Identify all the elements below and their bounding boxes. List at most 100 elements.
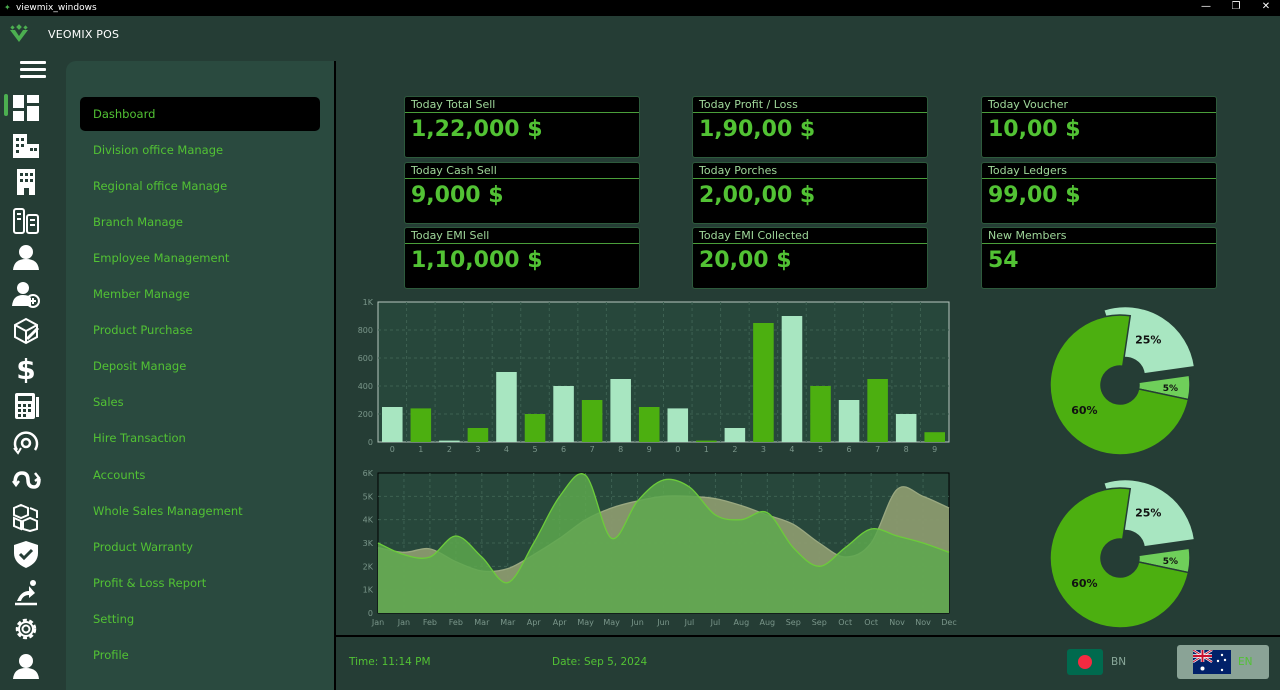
x-tick-label: Jan (397, 618, 410, 627)
gear-icon[interactable] (8, 613, 44, 645)
building-icon[interactable] (8, 129, 44, 161)
stat-card-value: 99,00 $ (988, 183, 1081, 208)
x-tick-label: Oct (838, 618, 852, 627)
stat-card-label: Today Porches (699, 164, 778, 177)
bar (439, 440, 460, 442)
footer-divider (336, 635, 1280, 637)
x-tick-label: 1 (704, 445, 709, 454)
x-tick-label: Aug (760, 618, 776, 627)
divider (334, 61, 336, 690)
pie-slice-label: 25% (1135, 507, 1161, 520)
pie-slice-label: 5% (1163, 384, 1178, 394)
x-tick-label: 7 (875, 445, 880, 454)
x-tick-label: 7 (590, 445, 595, 454)
bar (924, 432, 946, 442)
sidebar-item-product-warranty[interactable]: Product Warranty (80, 530, 320, 564)
stat-card-today-ledgers: Today Ledgers 99,00 $ (981, 162, 1217, 224)
bar (553, 386, 574, 442)
y-tick-label: 0 (368, 438, 373, 447)
x-tick-label: Feb (449, 618, 463, 627)
sidebar-item-label: Member Manage (93, 287, 190, 302)
close-button[interactable]: ✕ (1256, 1, 1276, 12)
profile-icon[interactable] (8, 650, 44, 682)
restore-button[interactable]: ❐ (1226, 1, 1246, 12)
app-name: VEOMIX POS (48, 28, 120, 41)
sidebar-item-whole-sales-management[interactable]: Whole Sales Management (80, 494, 320, 528)
sidebar-item-employee-management[interactable]: Employee Management (80, 241, 320, 275)
y-tick-label: 5K (363, 492, 374, 501)
y-tick-label: 600 (358, 354, 373, 363)
sidebar-item-label: Setting (93, 611, 135, 626)
sidebar-item-label: Branch Manage (93, 215, 183, 230)
stat-card-today-total-sell: Today Total Sell 1,22,000 $ (404, 96, 640, 158)
sidebar-item-product-purchase[interactable]: Product Purchase (80, 313, 320, 347)
sidebar-item-profile[interactable]: Profile (80, 638, 320, 672)
sidebar-item-deposit-manage[interactable]: Deposit Manage (80, 349, 320, 383)
sidebar-item-label: Employee Management (93, 251, 230, 266)
stat-card-label: Today Ledgers (988, 164, 1067, 177)
office-building-icon[interactable] (8, 166, 44, 198)
x-tick-label: 0 (390, 445, 395, 454)
stat-card-divider (405, 243, 639, 244)
hire-transaction-icon[interactable] (8, 427, 44, 459)
time-label: Time: 11:14 PM (349, 656, 431, 668)
sidebar-item-hire-transaction[interactable]: Hire Transaction (80, 421, 320, 455)
x-tick-label: Dec (941, 618, 956, 627)
bar (781, 316, 803, 442)
stat-card-label: Today Voucher (988, 98, 1068, 111)
profit-loss-icon[interactable] (8, 576, 44, 608)
accounts-icon[interactable] (8, 464, 44, 496)
sidebar-item-profit-loss-report[interactable]: Profit & Loss Report (80, 566, 320, 600)
sidebar-item-label: Division office Manage (93, 143, 224, 158)
add-member-icon[interactable] (8, 278, 44, 310)
sidebar-item-label: Product Purchase (93, 323, 193, 338)
minimize-button[interactable]: — (1196, 1, 1216, 12)
lang-bn-label: BN (1111, 656, 1127, 668)
pie-slice-label: 25% (1135, 334, 1161, 347)
y-tick-label: 200 (358, 410, 373, 419)
x-tick-label: Apr (527, 618, 542, 627)
dashboard-icon[interactable] (8, 92, 44, 124)
x-tick-label: 9 (647, 445, 652, 454)
sidebar-item-dashboard[interactable]: Dashboard (80, 97, 320, 131)
sidebar-item-label: Product Warranty (93, 539, 193, 554)
calculator-icon[interactable] (8, 390, 44, 422)
sidebar-item-branch-manage[interactable]: Branch Manage (80, 205, 320, 239)
sidebar-item-label: Whole Sales Management (93, 503, 243, 518)
branch-icon[interactable] (8, 204, 44, 236)
x-tick-label: 4 (504, 445, 509, 454)
sidebar-item-member-manage[interactable]: Member Manage (80, 277, 320, 311)
x-tick-label: Mar (474, 618, 490, 627)
shield-check-icon[interactable] (8, 538, 44, 570)
x-tick-label: Nov (889, 618, 905, 627)
product-purchase-icon[interactable] (8, 315, 44, 347)
stat-card-value: 1,22,000 $ (411, 117, 543, 142)
employee-icon[interactable] (8, 241, 44, 273)
stat-card-divider (405, 178, 639, 179)
sidebar-item-label: Hire Transaction (93, 431, 186, 446)
bar (524, 414, 546, 442)
sidebar-item-accounts[interactable]: Accounts (80, 458, 320, 492)
sidebar-item-setting[interactable]: Setting (80, 602, 320, 636)
x-tick-label: Sep (812, 618, 827, 627)
x-tick-label: Jul (710, 618, 721, 627)
stat-card-divider (693, 112, 927, 113)
bar (696, 440, 717, 442)
sidebar-item-division-office-manage[interactable]: Division office Manage (80, 133, 320, 167)
bangladesh-flag-button[interactable] (1067, 649, 1103, 675)
svg-text:$: $ (16, 353, 35, 383)
bar (638, 407, 660, 442)
y-tick-label: 3K (363, 539, 374, 548)
stat-card-label: Today Cash Sell (411, 164, 497, 177)
y-tick-label: 6K (363, 469, 374, 478)
wholesale-boxes-icon[interactable] (8, 501, 44, 533)
sidebar-item-sales[interactable]: Sales (80, 385, 320, 419)
app-small-icon: ✦ (4, 3, 11, 12)
sidebar-item-regional-office-manage[interactable]: Regional office Manage (80, 169, 320, 203)
hamburger-menu-icon[interactable] (20, 61, 46, 79)
bar (381, 407, 403, 442)
australia-flag-button[interactable] (1177, 645, 1269, 679)
date-label: Date: Sep 5, 2024 (552, 656, 648, 668)
stat-card-value: 54 (988, 248, 1019, 273)
dollar-icon[interactable]: $ (8, 352, 44, 384)
